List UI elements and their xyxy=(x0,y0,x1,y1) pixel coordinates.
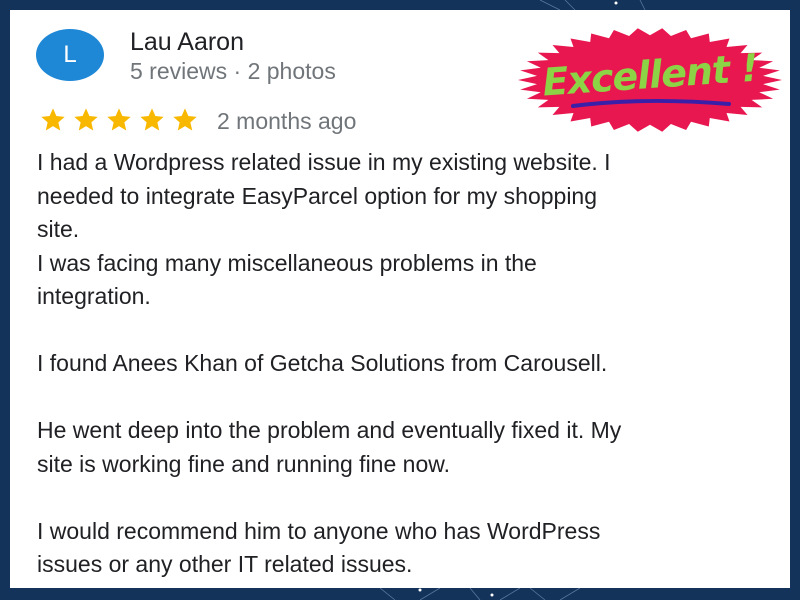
review-line: site is working fine and running fine no… xyxy=(37,450,450,477)
review-line: needed to integrate EasyParcel option fo… xyxy=(37,182,598,209)
star-icon xyxy=(74,108,98,131)
review-line: site. xyxy=(37,216,80,242)
reviewer-avatar[interactable]: L xyxy=(36,29,104,81)
review-line: I found Anees Khan of Getcha Solutions f… xyxy=(37,350,608,376)
review-line: issues or any other IT related issues. xyxy=(37,551,413,577)
review-line: I was facing many miscellaneous problems… xyxy=(37,249,537,276)
star-icon xyxy=(41,108,65,131)
review-line: integration. xyxy=(37,283,151,309)
review-paragraph: I had a Wordpress related issue in my ex… xyxy=(37,146,777,314)
review-paragraph: He went deep into the problem and eventu… xyxy=(37,414,777,481)
reviewer-stats: 5 reviews · 2 photos xyxy=(130,58,336,84)
excellent-badge: Excellent ! xyxy=(515,27,785,133)
star-icon xyxy=(107,108,131,131)
review-card: L Lau Aaron 5 reviews · 2 photos 2 month… xyxy=(10,10,790,588)
review-line: He went deep into the problem and eventu… xyxy=(37,417,622,443)
review-date: 2 months ago xyxy=(217,108,357,134)
review-text: I had a Wordpress related issue in my ex… xyxy=(37,146,777,582)
review-paragraph: I would recommend him to anyone who has … xyxy=(37,515,777,582)
review-paragraph: I found Anees Khan of Getcha Solutions f… xyxy=(37,347,777,381)
star-rating xyxy=(37,106,201,134)
star-icon xyxy=(173,108,197,131)
review-line: I had a Wordpress related issue in my ex… xyxy=(37,149,611,175)
review-line: I would recommend him to anyone who has … xyxy=(37,517,601,544)
star-icon xyxy=(140,108,164,131)
reviewer-name[interactable]: Lau Aaron xyxy=(130,28,244,57)
